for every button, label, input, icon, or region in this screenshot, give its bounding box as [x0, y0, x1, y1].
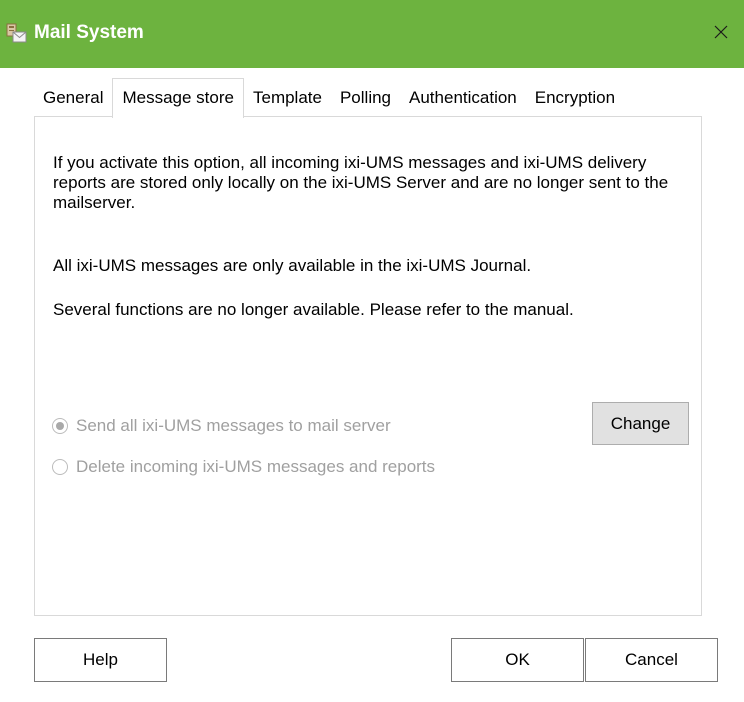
- send-to-mail-server-option[interactable]: Send all ixi-UMS messages to mail server: [52, 414, 391, 438]
- cancel-button[interactable]: Cancel: [585, 638, 718, 682]
- tab-encryption[interactable]: Encryption: [526, 79, 624, 117]
- title-bar: Mail System: [0, 0, 744, 68]
- window-title: Mail System: [34, 22, 144, 43]
- manual-note: Several functions are no longer availabl…: [53, 300, 574, 319]
- tab-polling[interactable]: Polling: [331, 79, 400, 117]
- close-icon: [713, 24, 729, 45]
- help-button[interactable]: Help: [34, 638, 167, 682]
- radio-button-checked[interactable]: [52, 418, 68, 434]
- radio-button-unchecked[interactable]: [52, 459, 68, 475]
- tab-strip: General Message store Template Polling A…: [34, 78, 624, 118]
- description-paragraph: If you activate this option, all incomin…: [53, 153, 669, 212]
- mail-system-dialog: Mail System General Message store Templa…: [0, 0, 744, 702]
- radio-label: Delete incoming ixi-UMS messages and rep…: [76, 457, 436, 476]
- change-button[interactable]: Change: [592, 402, 689, 445]
- tab-general[interactable]: General: [34, 79, 112, 117]
- radio-label: Send all ixi-UMS messages to mail server: [76, 416, 391, 435]
- close-button[interactable]: [698, 12, 744, 56]
- tab-message-store[interactable]: Message store: [112, 78, 244, 118]
- mail-system-icon: [6, 23, 28, 45]
- tab-template[interactable]: Template: [244, 79, 331, 117]
- tab-authentication[interactable]: Authentication: [400, 79, 526, 117]
- journal-note: All ixi-UMS messages are only available …: [53, 256, 532, 275]
- ok-button[interactable]: OK: [451, 638, 584, 682]
- delete-incoming-option[interactable]: Delete incoming ixi-UMS messages and rep…: [52, 455, 435, 479]
